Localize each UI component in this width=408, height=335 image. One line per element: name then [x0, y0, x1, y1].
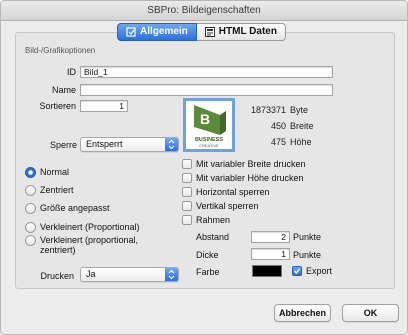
radio-label: Zentriert: [40, 185, 74, 195]
thickness-unit: Punkte: [293, 250, 322, 260]
image-height-unit: Höhe: [290, 137, 312, 147]
spacing-unit: Punkte: [293, 232, 322, 242]
cancel-button[interactable]: Abbrechen: [274, 304, 331, 322]
thickness-field[interactable]: 1: [251, 248, 290, 260]
select-arrows-icon: [165, 268, 178, 281]
checkbox-checked[interactable]: [292, 266, 302, 276]
radio-verkleinert-zentriert[interactable]: Verkleinert (proportional, zentriert): [25, 235, 175, 255]
radio-label: Verkleinert (Proportional): [40, 222, 140, 232]
print-label: Drucken: [40, 271, 74, 281]
lock-select[interactable]: Entsperrt: [80, 137, 179, 152]
print-select-value: Ja: [86, 269, 96, 279]
radio-verkleinert-proportional[interactable]: Verkleinert (Proportional): [25, 222, 140, 233]
check-frame[interactable]: Rahmen: [182, 215, 230, 225]
sort-field[interactable]: 1: [80, 100, 128, 112]
radio-button[interactable]: [25, 235, 36, 246]
settings-icon: [126, 27, 136, 37]
file-size-unit: Byte: [290, 105, 309, 115]
export-label: Export: [306, 266, 333, 276]
image-height-value: 475: [270, 137, 286, 147]
file-size-value: 1873371: [250, 105, 286, 115]
html-icon: [204, 27, 215, 37]
radio-button[interactable]: [25, 203, 36, 214]
checkbox-label: Mit variabler Höhe drucken: [196, 173, 304, 183]
color-label: Farbe: [196, 267, 220, 277]
checkbox[interactable]: [182, 215, 192, 225]
ok-button[interactable]: OK: [342, 304, 399, 322]
name-field[interactable]: [80, 84, 333, 96]
lock-select-value: Entsperrt: [86, 139, 123, 149]
check-lock-vertical[interactable]: Vertikal sperren: [182, 201, 259, 211]
radio-zentriert[interactable]: Zentriert: [25, 185, 74, 196]
id-field[interactable]: Bild_1: [80, 66, 333, 78]
check-variable-height[interactable]: Mit variabler Höhe drucken: [182, 173, 304, 183]
thickness-label: Dicke: [196, 250, 219, 260]
tab-html-daten-label: HTML Daten: [218, 26, 277, 37]
radio-button[interactable]: [25, 222, 36, 233]
radio-label: Normal: [40, 167, 70, 177]
group-label: Bild-/Grafikoptionen: [25, 46, 96, 55]
spacing-label: Abstand: [196, 232, 230, 242]
tab-allgemein[interactable]: Allgemein: [117, 23, 197, 41]
checkbox[interactable]: [182, 201, 192, 211]
radio-button[interactable]: [25, 185, 36, 196]
select-arrows-icon: [165, 138, 178, 151]
spacing-field[interactable]: 2: [251, 231, 290, 243]
radio-button[interactable]: [25, 167, 36, 178]
checkbox-label: Mit variabler Breite drucken: [196, 159, 306, 169]
lock-label: Sperre: [49, 140, 77, 150]
print-select[interactable]: Ja: [80, 267, 179, 282]
image-width-unit: Breite: [290, 121, 314, 131]
svg-text:B: B: [200, 111, 210, 127]
dialog-window: SBPro: Bildeigenschaften Allgemein HTML …: [0, 0, 408, 335]
tab-allgemein-label: Allgemein: [140, 26, 188, 37]
radio-label: Größe angepasst: [40, 203, 110, 213]
check-variable-width[interactable]: Mit variabler Breite drucken: [182, 159, 306, 169]
radio-label: Verkleinert (proportional, zentriert): [40, 235, 139, 255]
checkbox[interactable]: [182, 187, 192, 197]
check-export[interactable]: Export: [292, 266, 332, 276]
id-label: ID: [67, 67, 76, 77]
radio-normal[interactable]: Normal: [25, 167, 69, 178]
window-title: SBPro: Bildeigenschaften: [1, 1, 407, 21]
svg-text:CREATIVE: CREATIVE: [199, 143, 219, 148]
image-width-value: 450: [270, 121, 286, 131]
checkbox-label: Vertikal sperren: [196, 201, 259, 211]
tab-bar: Allgemein HTML Daten: [117, 23, 286, 41]
name-label: Name: [51, 85, 76, 95]
tab-html-daten[interactable]: HTML Daten: [196, 23, 286, 41]
checkbox[interactable]: [182, 159, 192, 169]
radio-groesse-angepasst[interactable]: Größe angepasst: [25, 203, 110, 214]
checkbox[interactable]: [182, 173, 192, 183]
checkmark-icon: [293, 268, 301, 275]
check-lock-horizontal[interactable]: Horizontal sperren: [182, 187, 270, 197]
checkbox-label: Rahmen: [196, 215, 231, 225]
checkbox-label: Horizontal sperren: [196, 187, 270, 197]
frame-color-well[interactable]: [252, 265, 282, 277]
sort-label: Sortieren: [39, 101, 76, 111]
